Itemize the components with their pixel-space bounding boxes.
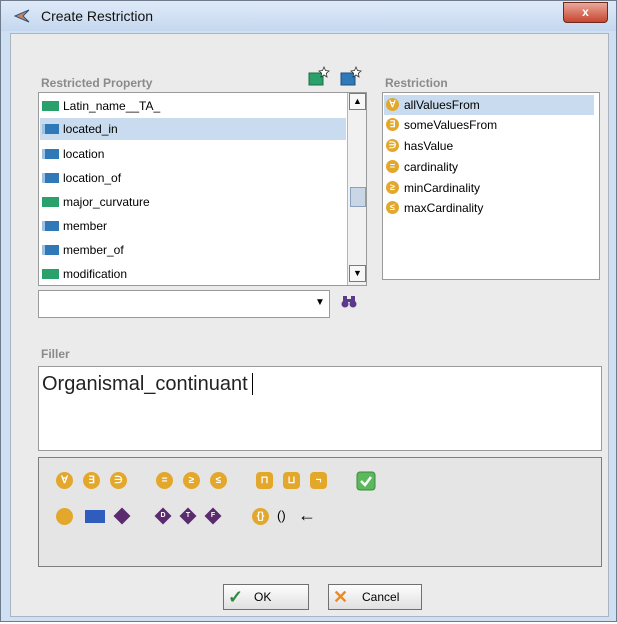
scroll-thumb[interactable]	[350, 187, 366, 207]
has-value-button[interactable]: ∋	[110, 472, 127, 489]
object-property-icon	[42, 149, 59, 159]
list-item[interactable]: ∀ allValuesFrom	[384, 95, 594, 115]
arrow-left-button[interactable]: ←	[298, 505, 316, 526]
list-item[interactable]: ≥ minCardinality	[384, 178, 594, 198]
add-object-property-icon[interactable]	[340, 66, 362, 86]
object-property-icon	[42, 245, 59, 255]
filler-input[interactable]: Organismal_continuant	[38, 366, 602, 451]
cross-icon: ✕	[333, 587, 349, 607]
datatype-property-icon	[42, 101, 59, 111]
list-item[interactable]: Latin_name__TA_	[40, 95, 346, 117]
window-title: Create Restriction	[41, 8, 154, 24]
list-item[interactable]: ≤ maxCardinality	[384, 198, 594, 218]
complement-button[interactable]: ¬	[310, 472, 327, 489]
individual-button[interactable]	[113, 507, 131, 525]
list-item[interactable]: ∋ hasValue	[384, 136, 594, 156]
list-item[interactable]: modification	[40, 263, 346, 285]
list-item[interactable]: ∃ someValuesFrom	[384, 115, 594, 135]
protege-logo-icon	[14, 9, 30, 23]
object-property-icon	[42, 221, 59, 231]
object-property-icon	[42, 124, 59, 134]
union-button[interactable]: ⊔	[283, 472, 300, 489]
restricted-property-label: Restricted Property	[41, 76, 153, 90]
scroll-down-icon[interactable]: ▼	[349, 265, 366, 282]
class-button[interactable]	[56, 508, 73, 525]
all-values-from-icon: ∀	[386, 98, 399, 111]
cardinality-button[interactable]: =	[156, 472, 173, 489]
title-bar[interactable]: Create Restriction x	[1, 1, 616, 31]
list-item[interactable]: location_of	[40, 167, 346, 189]
chevron-down-icon[interactable]: ▼	[313, 294, 327, 312]
restriction-list[interactable]: ∀ allValuesFrom ∃ someValuesFrom ∋ hasVa…	[382, 92, 600, 280]
false-value-button[interactable]: F	[204, 507, 222, 525]
forall-button[interactable]: ∀	[56, 472, 73, 489]
exists-button[interactable]: ∃	[83, 472, 100, 489]
expression-toolbar: ∀ ∃ ∋ = ≥ ≤ ⊓ ⊔ ¬ D T F {} () ←	[38, 457, 602, 567]
list-item[interactable]: major_curvature	[40, 191, 346, 213]
min-cardinality-icon: ≥	[386, 181, 399, 194]
some-values-from-icon: ∃	[386, 118, 399, 131]
intersection-button[interactable]: ⊓	[256, 472, 273, 489]
max-cardinality-button[interactable]: ≤	[210, 472, 227, 489]
text-caret	[251, 373, 253, 395]
one-of-button[interactable]: {}	[252, 508, 269, 525]
datatype-property-icon	[42, 197, 59, 207]
cardinality-icon: =	[386, 160, 399, 173]
ok-button[interactable]: ✓ OK	[223, 584, 309, 610]
true-value-button[interactable]: T	[179, 507, 197, 525]
max-cardinality-icon: ≤	[386, 201, 399, 214]
restricted-property-list[interactable]: Latin_name__TA_ located_in location loca…	[38, 92, 367, 286]
datatype-button[interactable]: D	[154, 507, 172, 525]
parentheses-button[interactable]: ()	[277, 508, 286, 523]
add-datatype-property-icon[interactable]	[308, 66, 330, 86]
binoculars-icon[interactable]	[341, 295, 357, 309]
vertical-scrollbar[interactable]: ▲ ▼	[347, 93, 366, 285]
dialog-content: Restricted Property Latin_name__TA_ loca…	[10, 33, 609, 617]
list-item[interactable]: location	[40, 143, 346, 165]
close-button[interactable]: x	[563, 2, 608, 23]
list-item[interactable]: located_in	[40, 118, 346, 140]
has-value-icon: ∋	[386, 139, 399, 152]
restriction-label: Restriction	[385, 76, 448, 90]
datatype-property-icon	[42, 269, 59, 279]
filler-value: Organismal_continuant	[42, 373, 253, 396]
list-item[interactable]: = cardinality	[384, 157, 594, 177]
property-button[interactable]	[85, 510, 105, 523]
filler-label: Filler	[41, 347, 70, 361]
list-item[interactable]: member_of	[40, 239, 346, 261]
object-property-icon	[42, 173, 59, 183]
list-item[interactable]: member	[40, 215, 346, 237]
min-cardinality-button[interactable]: ≥	[183, 472, 200, 489]
create-restriction-dialog: Create Restriction x Restricted Property…	[0, 0, 617, 622]
property-search-combo[interactable]: ▼	[38, 290, 330, 318]
cancel-button[interactable]: ✕ Cancel	[328, 584, 422, 610]
checkmark-icon: ✓	[228, 587, 244, 607]
check-syntax-icon[interactable]	[356, 471, 376, 491]
scroll-up-icon[interactable]: ▲	[349, 93, 366, 110]
